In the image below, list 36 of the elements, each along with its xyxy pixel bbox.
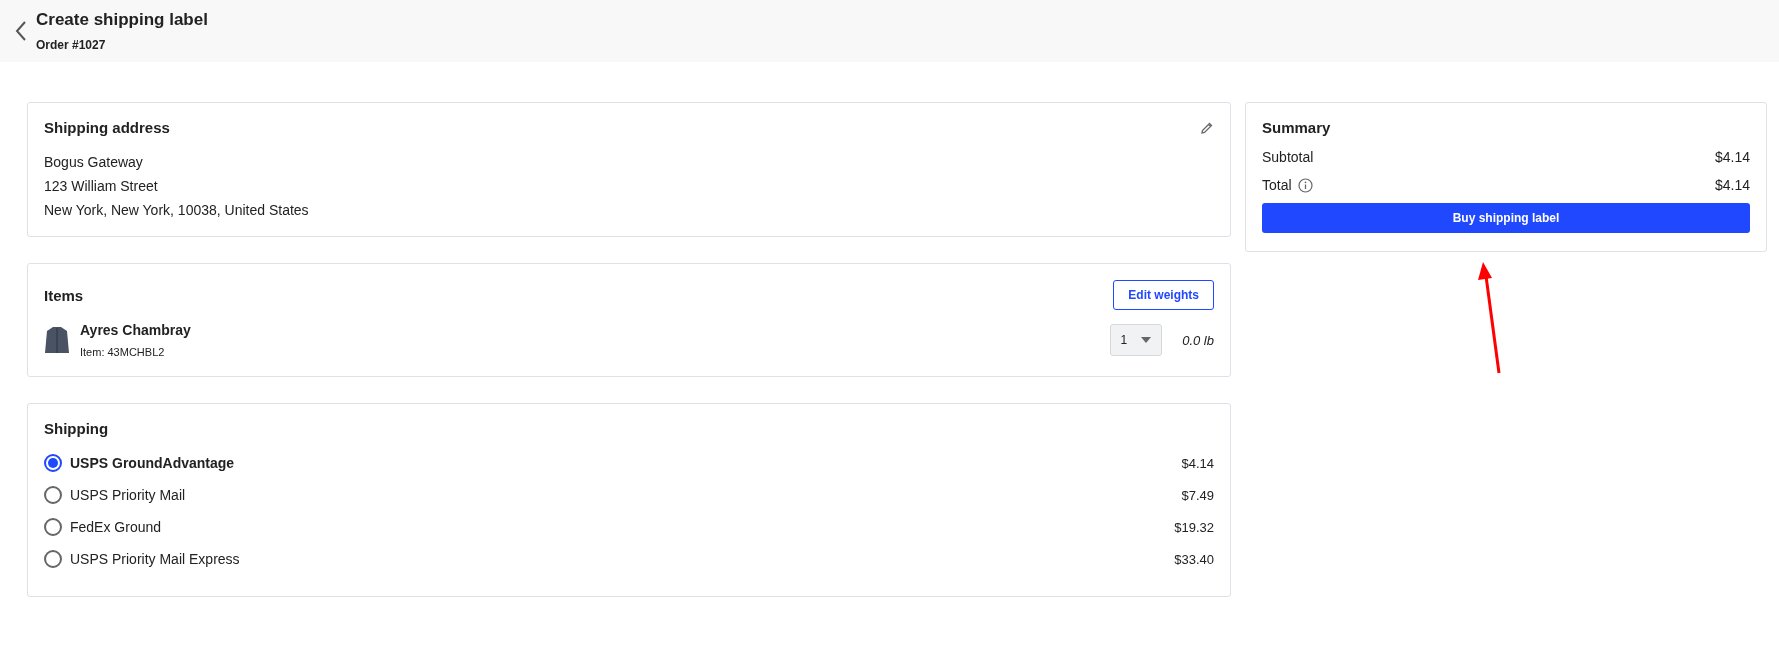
item-name: Ayres Chambray xyxy=(80,322,192,338)
shipping-option-label: USPS Priority Mail Express xyxy=(70,551,241,567)
item-sku: Item: 43MCHBL2 xyxy=(80,346,166,358)
radio-button[interactable] xyxy=(44,454,62,472)
order-number: Order #1027 xyxy=(36,38,107,52)
shipping-option-label: USPS Priority Mail xyxy=(70,487,187,503)
info-icon[interactable] xyxy=(1297,177,1313,193)
caret-icon xyxy=(1141,337,1152,343)
shipping-option-label: USPS GroundAdvantage xyxy=(70,455,236,471)
jacket-icon xyxy=(44,325,70,355)
quantity-select[interactable]: 1 xyxy=(1109,324,1163,356)
back-icon[interactable] xyxy=(14,20,28,42)
card-title: Summary xyxy=(1262,119,1331,136)
address-line: Bogus Gateway xyxy=(44,154,144,170)
radio-button[interactable] xyxy=(44,486,62,504)
radio-button[interactable] xyxy=(44,550,62,568)
card-title: Shipping xyxy=(44,420,109,437)
shipping-price: $4.14 xyxy=(1181,455,1214,471)
summary-label: Subtotal xyxy=(1262,149,1314,165)
address-line: 123 William Street xyxy=(44,178,159,194)
edit-icon[interactable] xyxy=(1200,120,1214,135)
buy-label-button[interactable]: Buy shipping label xyxy=(1262,203,1750,233)
page-title: Create shipping label xyxy=(36,10,208,30)
summary-label: Total xyxy=(1262,177,1292,193)
radio-button[interactable] xyxy=(44,518,62,536)
shipping-price: $19.32 xyxy=(1174,519,1214,535)
item-weight: 0.0 lb xyxy=(1182,332,1214,348)
shipping-price: $7.49 xyxy=(1181,487,1214,503)
address-line: New York, New York, 10038, United States xyxy=(44,202,310,218)
card-title: Items xyxy=(44,286,84,304)
summary-value: $4.14 xyxy=(1714,149,1750,165)
card-title: Shipping address xyxy=(44,119,170,136)
shipping-option-label: FedEx Ground xyxy=(70,519,163,535)
summary-value: $4.14 xyxy=(1714,177,1750,193)
edit-weights-button[interactable]: Edit weights xyxy=(1113,280,1214,310)
shipping-price: $33.40 xyxy=(1174,551,1214,567)
